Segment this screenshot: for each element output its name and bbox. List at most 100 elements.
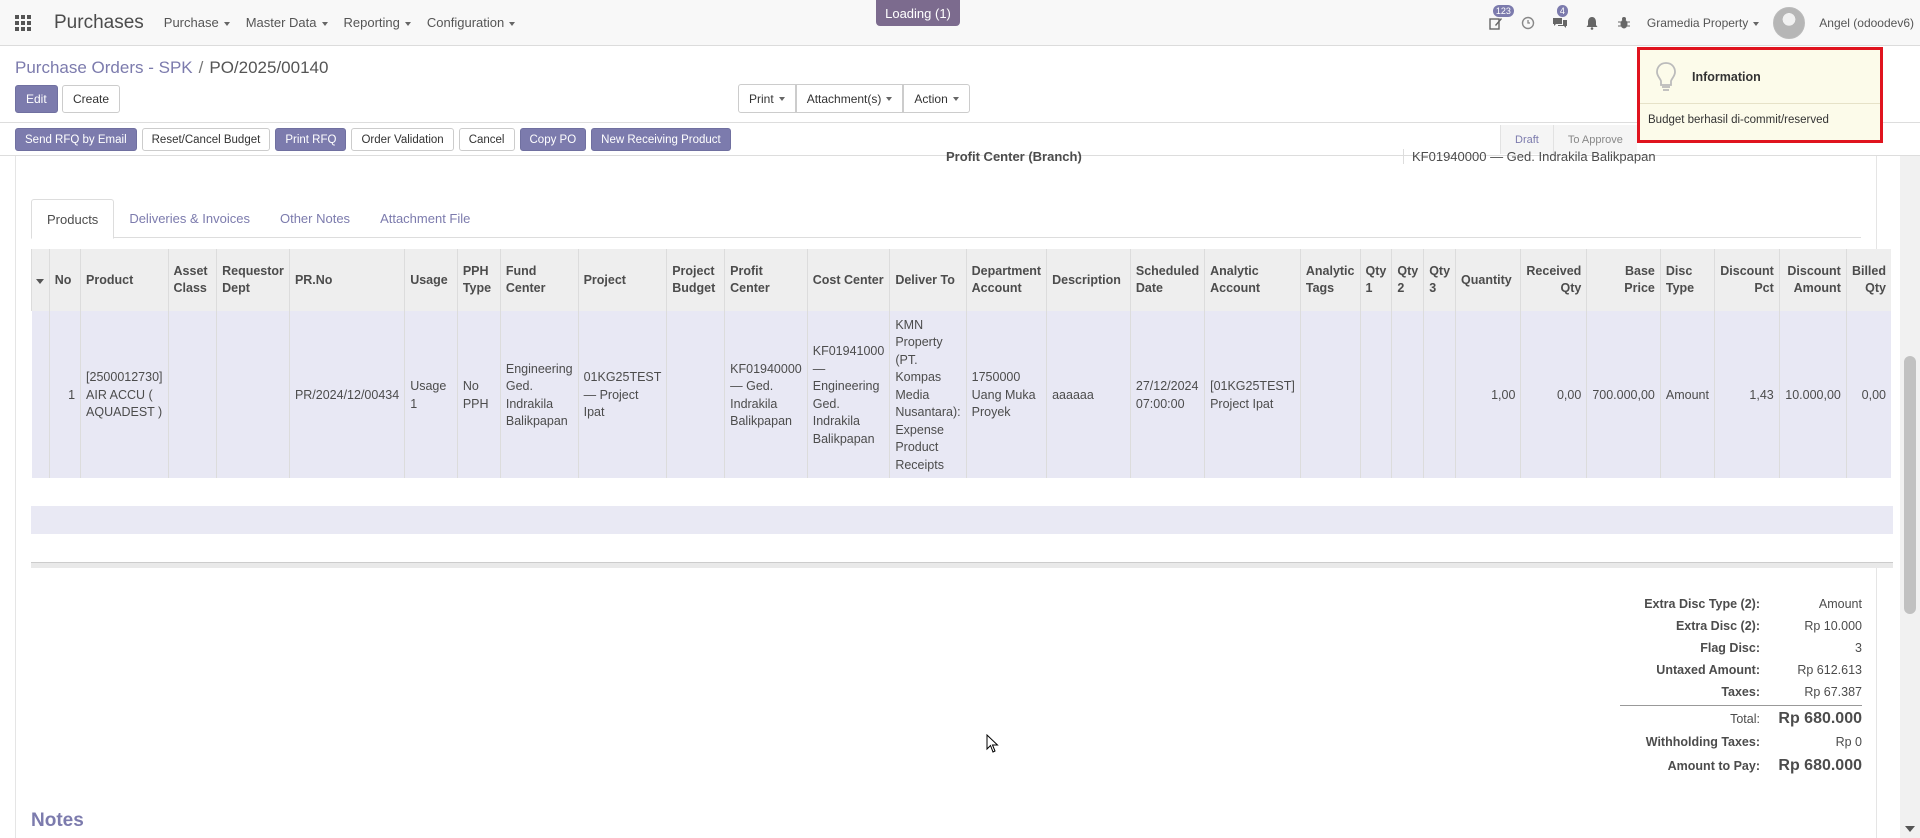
- activity-edit-icon[interactable]: 123: [1487, 5, 1514, 32]
- cell-project[interactable]: 01KG25TEST — Project Ipat: [577, 311, 667, 480]
- col-pr-no[interactable]: PR.No: [288, 249, 405, 311]
- col-project-budget[interactable]: Project Budget: [666, 249, 725, 311]
- cell-discount-pct[interactable]: 1,43: [1714, 311, 1780, 480]
- tab-attachment-file[interactable]: Attachment File: [365, 199, 485, 238]
- profit-center-label: Profit Center (Branch): [946, 149, 1082, 164]
- col-qty2[interactable]: Qty 2: [1391, 249, 1424, 311]
- activity-badge: 123: [1492, 5, 1514, 17]
- action-dropdown[interactable]: Action: [903, 84, 970, 113]
- cell-qty2[interactable]: [1391, 311, 1424, 480]
- cell-analytic-tags[interactable]: [1299, 311, 1360, 480]
- cell-fund-center[interactable]: Engineering Ged. Indrakila Balikpapan: [499, 311, 579, 480]
- col-no[interactable]: No: [48, 249, 81, 311]
- col-qty3[interactable]: Qty 3: [1423, 249, 1456, 311]
- menu-purchase[interactable]: Purchase: [164, 15, 230, 30]
- tab-other-notes[interactable]: Other Notes: [265, 199, 365, 238]
- cell-product[interactable]: [2500012730] AIR ACCU ( AQUADEST ): [80, 311, 169, 480]
- menu-configuration[interactable]: Configuration: [427, 15, 515, 30]
- scrollbar-thumb[interactable]: [1904, 356, 1916, 614]
- col-pph-type[interactable]: PPH Type: [456, 249, 501, 311]
- company-switcher[interactable]: Gramedia Property: [1647, 16, 1759, 30]
- col-received-qty[interactable]: Received Qty: [1520, 249, 1587, 311]
- cell-scheduled-date[interactable]: 27/12/2024 07:00:00: [1129, 311, 1205, 480]
- sort-caret-icon[interactable]: [31, 249, 50, 311]
- debug-bug-icon[interactable]: [1615, 14, 1633, 32]
- order-validation-button[interactable]: Order Validation: [351, 128, 454, 151]
- clock-icon[interactable]: [1519, 14, 1537, 32]
- print-dropdown[interactable]: Print: [738, 84, 796, 113]
- col-product[interactable]: Product: [80, 249, 169, 311]
- notification-title: Information: [1692, 69, 1761, 84]
- tab-products[interactable]: Products: [31, 199, 115, 239]
- attachments-dropdown[interactable]: Attachment(s): [795, 84, 904, 113]
- cell-discount-amount[interactable]: 10.000,00: [1778, 311, 1847, 480]
- col-analytic-tags[interactable]: Analytic Tags: [1299, 249, 1360, 311]
- col-description[interactable]: Description: [1046, 249, 1131, 311]
- cell-quantity[interactable]: 1,00: [1455, 311, 1521, 480]
- col-scheduled-date[interactable]: Scheduled Date: [1129, 249, 1205, 311]
- col-quantity[interactable]: Quantity: [1455, 249, 1521, 311]
- col-deliver-to[interactable]: Deliver To: [889, 249, 967, 311]
- cell-asset-class[interactable]: [167, 311, 217, 480]
- cell-deliver-to[interactable]: KMN Property (PT. Kompas Media Nusantara…: [889, 311, 967, 480]
- cell-qty3[interactable]: [1423, 311, 1456, 480]
- user-menu[interactable]: Angel (odoodev6): [1819, 16, 1914, 30]
- cell-requestor-dept[interactable]: [216, 311, 290, 480]
- col-billed-qty[interactable]: Billed Qty: [1845, 249, 1891, 311]
- profit-center-value[interactable]: KF01940000 — Ged. Indrakila Balikpapan: [1403, 149, 1863, 164]
- cell-pph-type[interactable]: No PPH: [456, 311, 501, 480]
- reset-cancel-budget-button[interactable]: Reset/Cancel Budget: [141, 128, 271, 151]
- cell-received-qty[interactable]: 0,00: [1520, 311, 1587, 480]
- col-asset-class[interactable]: Asset Class: [167, 249, 217, 311]
- menu-reporting[interactable]: Reporting: [344, 15, 411, 30]
- information-notification[interactable]: Information Budget berhasil di-commit/re…: [1637, 47, 1883, 143]
- cell-pr-no[interactable]: PR/2024/12/00434: [288, 311, 405, 480]
- cell-profit-center[interactable]: KF01940000 — Ged. Indrakila Balikpapan: [724, 311, 808, 480]
- col-discount-amount[interactable]: Discount Amount: [1778, 249, 1847, 311]
- col-profit-center[interactable]: Profit Center: [724, 249, 808, 311]
- new-receiving-product-button[interactable]: New Receiving Product: [591, 128, 731, 151]
- avatar[interactable]: [1773, 7, 1806, 39]
- cell-description[interactable]: aaaaaa: [1046, 311, 1131, 480]
- bell-icon[interactable]: [1583, 14, 1601, 32]
- cell-disc-type[interactable]: Amount: [1659, 311, 1715, 480]
- cell-analytic-account[interactable]: [01KG25TEST] Project Ipat: [1204, 311, 1301, 480]
- print-rfq-button[interactable]: Print RFQ: [275, 128, 347, 151]
- copy-po-button[interactable]: Copy PO: [519, 128, 587, 151]
- cell-project-budget[interactable]: [666, 311, 725, 480]
- menu-master-data[interactable]: Master Data: [246, 15, 328, 30]
- notebook-tabs: Products Deliveries & Invoices Other Not…: [31, 199, 1861, 239]
- col-cost-center[interactable]: Cost Center: [806, 249, 890, 311]
- cell-cost-center[interactable]: KF01941000 — Engineering Ged. Indrakila …: [806, 311, 890, 480]
- col-usage[interactable]: Usage: [404, 249, 458, 311]
- notes-section-title: Notes: [31, 810, 84, 831]
- create-button[interactable]: Create: [62, 85, 121, 113]
- col-discount-pct[interactable]: Discount Pct: [1714, 249, 1780, 311]
- col-fund-center[interactable]: Fund Center: [499, 249, 579, 311]
- untaxed-amount-label: Untaxed Amount:: [1656, 663, 1760, 677]
- col-analytic-account[interactable]: Analytic Account: [1204, 249, 1301, 311]
- breadcrumb-parent[interactable]: Purchase Orders - SPK: [15, 58, 193, 77]
- apps-menu-icon[interactable]: [0, 0, 46, 46]
- cell-qty1[interactable]: [1359, 311, 1392, 480]
- col-disc-type[interactable]: Disc Type: [1659, 249, 1715, 311]
- col-qty1[interactable]: Qty 1: [1359, 249, 1392, 311]
- cell-billed-qty[interactable]: 0,00: [1845, 311, 1891, 480]
- cell-department-account[interactable]: 1750000 Uang Muka Proyek: [965, 311, 1047, 480]
- send-rfq-email-button[interactable]: Send RFQ by Email: [15, 128, 137, 151]
- table-row[interactable]: 1 [2500012730] AIR ACCU ( AQUADEST ) PR/…: [31, 311, 1891, 480]
- col-department-account[interactable]: Department Account: [965, 249, 1047, 311]
- col-base-price[interactable]: Base Price: [1586, 249, 1661, 311]
- scroll-down-arrow-icon[interactable]: [1905, 826, 1915, 832]
- col-requestor-dept[interactable]: Requestor Dept: [216, 249, 290, 311]
- cell-base-price[interactable]: 700.000,00: [1586, 311, 1661, 480]
- col-project[interactable]: Project: [577, 249, 667, 311]
- cell-usage[interactable]: Usage 1: [404, 311, 458, 480]
- page-scrollbar[interactable]: [1900, 156, 1920, 838]
- edit-button[interactable]: Edit: [15, 85, 58, 113]
- messages-icon[interactable]: 4: [1551, 5, 1569, 32]
- cancel-button[interactable]: Cancel: [458, 128, 515, 151]
- taxes-label: Taxes:: [1721, 685, 1760, 699]
- lightbulb-icon: [1640, 61, 1692, 93]
- tab-deliveries-invoices[interactable]: Deliveries & Invoices: [114, 199, 265, 238]
